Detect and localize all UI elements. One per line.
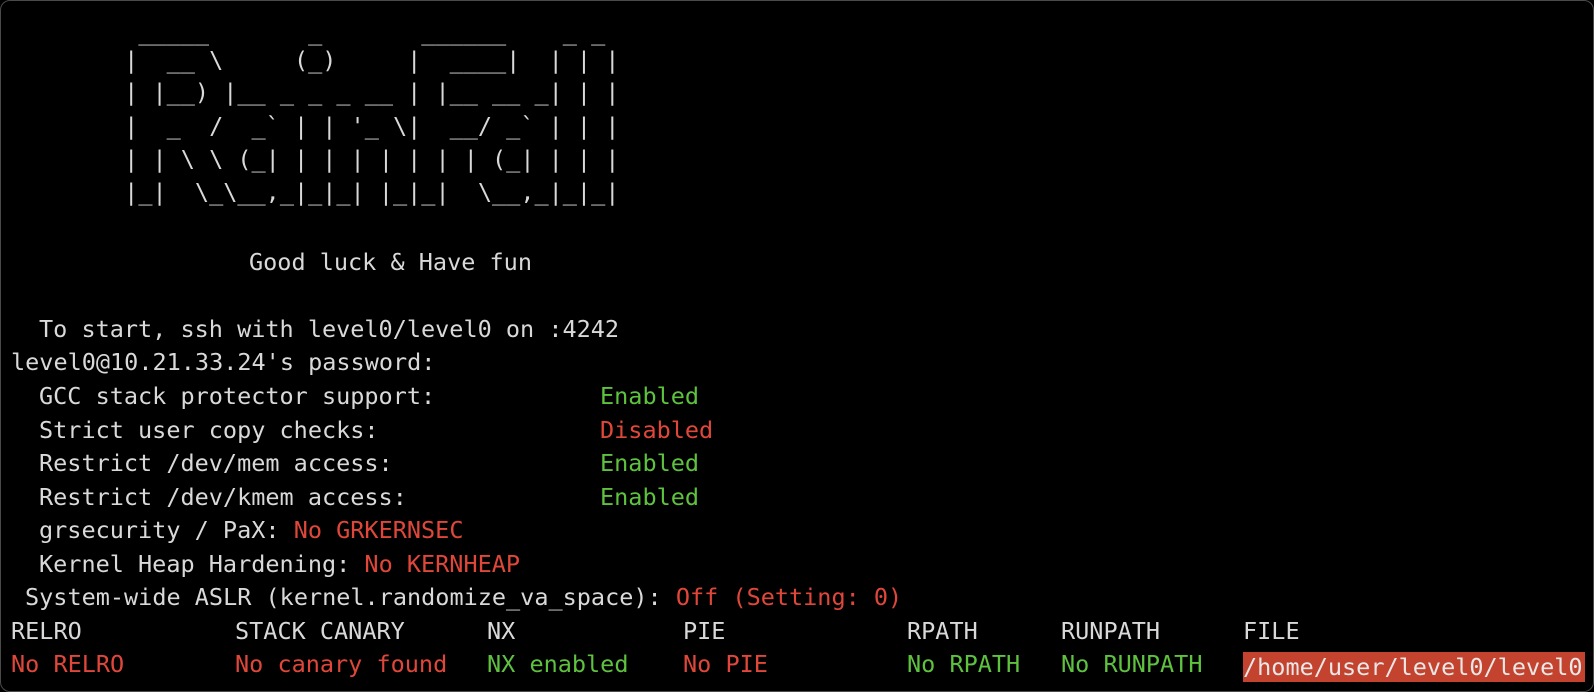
ssh-instructions: To start, ssh with level0/level0 on :424… bbox=[39, 315, 620, 343]
checksec-value-nx: NX enabled bbox=[487, 650, 629, 678]
check-line-grsecurity: grsecurity / PaX: No GRKERNSEC bbox=[39, 513, 463, 547]
checksec-header-rpath: RPATH bbox=[907, 617, 978, 645]
check-value-gcc-stack-protector: Enabled bbox=[600, 382, 700, 410]
check-label-gcc-stack-protector: GCC stack protector support: bbox=[39, 382, 436, 410]
banner-line-6: |_| \_\__,_|_|_| |_|_| \__,_|_|_| bbox=[11, 178, 620, 206]
checksec-value-rpath: No RPATH bbox=[907, 650, 1021, 678]
checksec-header-pie: PIE bbox=[683, 617, 726, 645]
banner-line-5: | | \ \ (_| | | | | | | | (_| | | | bbox=[11, 145, 620, 173]
check-value-kernel-heap: No KERNHEAP bbox=[364, 550, 521, 578]
checksec-header-stack-canary: STACK CANARY bbox=[235, 617, 405, 645]
check-value-restrict-dev-mem: Enabled bbox=[600, 449, 700, 477]
check-value-restrict-dev-kmem: Enabled bbox=[600, 483, 700, 511]
terminal-window[interactable]: _____ _ ______ _ _ | __ \ (_) | ____| | … bbox=[0, 0, 1594, 692]
check-value-strict-user-copy: Disabled bbox=[600, 416, 714, 444]
checksec-value-file-path[interactable]: /home/user/level0/level0 bbox=[1243, 652, 1585, 682]
banner-line-2: | __ \ (_) | ____| | | | bbox=[11, 46, 620, 74]
check-label-restrict-dev-mem: Restrict /dev/mem access: bbox=[39, 449, 393, 477]
checksec-header-relro: RELRO bbox=[11, 617, 82, 645]
check-label-strict-user-copy: Strict user copy checks: bbox=[39, 416, 379, 444]
check-line-aslr: System-wide ASLR (kernel.randomize_va_sp… bbox=[25, 580, 902, 614]
banner-line-3: | |__) |__ _ _ _ __ | |__ __ _| | | bbox=[11, 78, 620, 106]
check-label-restrict-dev-kmem: Restrict /dev/kmem access: bbox=[39, 483, 407, 511]
checksec-value-relro: No RELRO bbox=[11, 650, 125, 678]
check-label-grsecurity: grsecurity / PaX: bbox=[39, 516, 280, 544]
check-value-grsecurity: No GRKERNSEC bbox=[293, 516, 464, 544]
checksec-value-pie: No PIE bbox=[683, 650, 768, 678]
checksec-header-file: FILE bbox=[1243, 617, 1300, 645]
checksec-value-stack-canary: No canary found bbox=[235, 650, 448, 678]
checksec-header-runpath: RUNPATH bbox=[1061, 617, 1161, 645]
checksec-value-runpath: No RUNPATH bbox=[1061, 650, 1203, 678]
check-label-aslr: System-wide ASLR (kernel.randomize_va_sp… bbox=[25, 583, 662, 611]
password-prompt[interactable]: level0@10.21.33.24's password: bbox=[11, 345, 435, 379]
check-line-kernel-heap: Kernel Heap Hardening: No KERNHEAP bbox=[39, 547, 520, 581]
checksec-header-nx: NX bbox=[487, 617, 516, 645]
banner-tagline: Good luck & Have fun bbox=[249, 248, 532, 276]
check-label-kernel-heap: Kernel Heap Hardening: bbox=[39, 550, 351, 578]
check-value-aslr: Off (Setting: 0) bbox=[675, 583, 903, 611]
banner-line-4: | _ / _` | | '_ \| __/ _` | | | bbox=[11, 112, 620, 140]
